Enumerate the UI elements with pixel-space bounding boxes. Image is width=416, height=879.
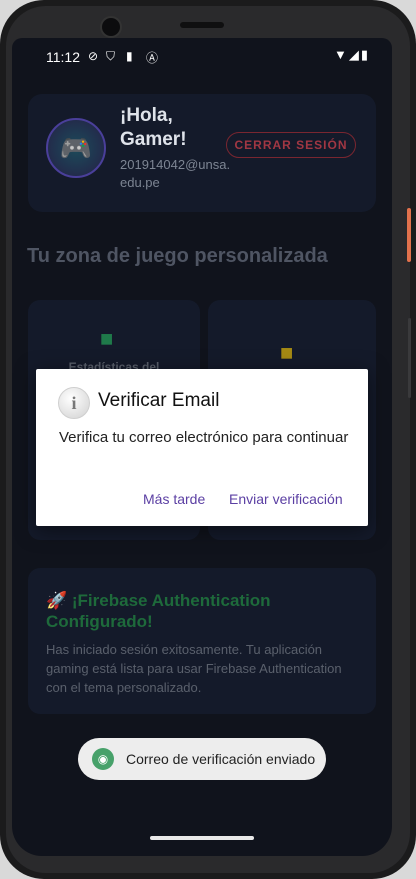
a-icon: Ⓐ xyxy=(146,51,159,65)
firebase-info-card: 🚀 ¡Firebase Authentication Configurado! … xyxy=(28,568,376,714)
gamepad-avatar-icon: 🎮 xyxy=(46,118,106,178)
toast-notification: ◉ Correo de verificación enviado xyxy=(78,738,326,780)
status-time: 11:12 xyxy=(46,49,80,65)
android-icon: ◉ xyxy=(92,748,114,770)
toast-text: Correo de verificación enviado xyxy=(126,751,316,767)
greeting-text: ¡Hola, Gamer! xyxy=(120,105,187,150)
gamepad-icon: ■ xyxy=(280,340,294,365)
cell-signal-icon: ◢ xyxy=(348,47,361,62)
status-bar: 11:12 ⊘ ⛉ ▮ Ⓐ ▼◢▮ xyxy=(12,38,392,74)
section-title: Tu zona de juego personalizada xyxy=(27,245,328,267)
volume-button[interactable] xyxy=(408,318,411,398)
power-button[interactable] xyxy=(407,208,411,262)
dialog-title: Verificar Email xyxy=(98,390,220,411)
wifi-icon: ▼ xyxy=(333,47,349,62)
phone-frame: 11:12 ⊘ ⛉ ▮ Ⓐ ▼◢▮ 🎮 ¡Hola, Gamer! 201914… xyxy=(0,0,416,879)
user-email: 201914042@unsa.edu.pe xyxy=(120,157,231,190)
firebase-title: 🚀 ¡Firebase Authentication Configurado! xyxy=(46,591,271,631)
profile-header-card: 🎮 ¡Hola, Gamer! 201914042@unsa.edu.pe CE… xyxy=(28,94,376,212)
screen: 11:12 ⊘ ⛉ ▮ Ⓐ ▼◢▮ 🎮 ¡Hola, Gamer! 201914… xyxy=(12,38,392,856)
send-verification-button[interactable]: Enviar verificación xyxy=(229,491,343,507)
later-button[interactable]: Más tarde xyxy=(143,491,205,507)
firebase-text: Has iniciado sesión exitosamente. Tu apl… xyxy=(46,642,342,695)
logout-button[interactable]: CERRAR SESIÓN xyxy=(226,132,356,158)
do-not-disturb-icon: ⊘ xyxy=(88,49,99,63)
dialog-message: Verifica tu correo electrónico para cont… xyxy=(59,429,349,446)
home-gesture-bar[interactable] xyxy=(150,836,254,840)
shield-icon: ⛉ xyxy=(106,49,116,63)
battery-icon: ▮ xyxy=(360,47,370,62)
front-camera xyxy=(100,16,122,38)
sd-card-icon: ▮ xyxy=(126,49,133,63)
info-icon: i xyxy=(58,387,90,419)
gamepad-icon: ■ xyxy=(100,326,114,351)
verify-email-dialog: i Verificar Email Verifica tu correo ele… xyxy=(36,369,368,526)
earpiece-speaker xyxy=(180,22,224,28)
status-right-icons: ▼◢▮ xyxy=(334,47,370,63)
